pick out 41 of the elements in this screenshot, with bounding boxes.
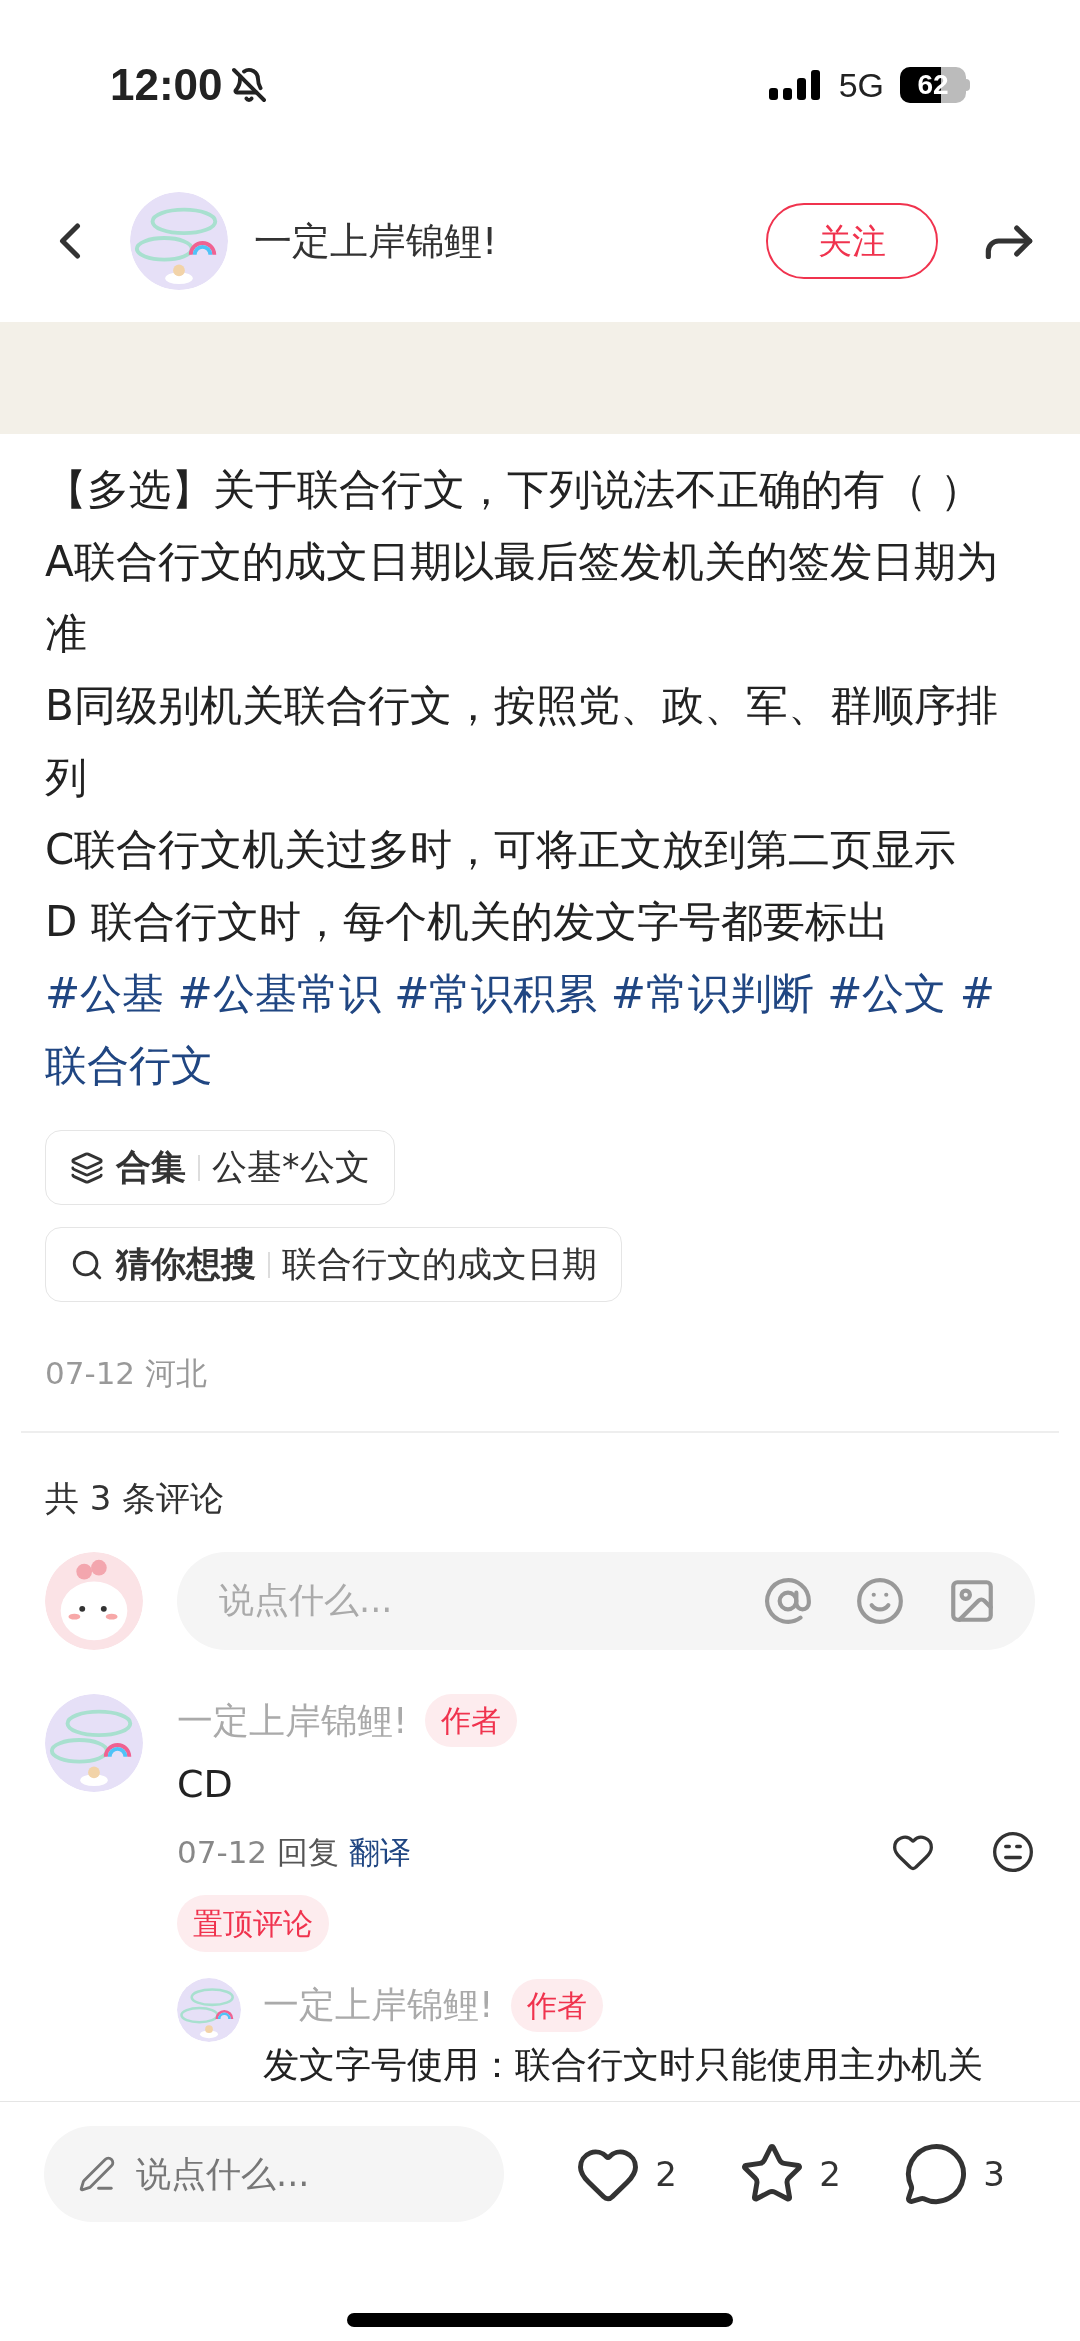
chip-value: 公基*公文 [212,1146,370,1190]
pinned-badge: 置顶评论 [177,1895,329,1952]
comment-author: 一定上岸锦鲤! [263,1983,494,2027]
comment-author: 一定上岸锦鲤! [177,1698,408,1743]
hashtag-list[interactable]: #公基 #公基常识 #常识积累 #常识判断 #公文 #联合行文 [45,958,1035,1102]
network-label: 5G [838,64,884,106]
post-text-line: D 联合行文时，每个机关的发文字号都要标出 [45,896,890,948]
comment-text: 发文字号使用：联合行文时只能使用主办机关 [263,2043,984,2087]
topic-chip[interactable]: 合集 公基*公文 [45,1130,395,1205]
post-meta: 07-12 河北 [45,1354,208,1393]
dislike-face-icon[interactable] [991,1829,1035,1874]
topic-chip[interactable]: 猜你想搜 联合行文的成文日期 [45,1227,622,1302]
post-text-line: B同级别机关联合行文，按照党、政、军、群顺序排列 [45,680,999,804]
author-badge: 作者 [511,1978,604,2032]
pen-icon [78,2155,116,2193]
chip-value: 联合行文的成文日期 [282,1243,597,1287]
star-count: 2 [819,2152,841,2196]
comment-text: CD [177,1760,234,1808]
post-text-line: C联合行文机关过多时，可将正文放到第二页显示 [45,824,958,876]
status-time: 12:00 [110,59,223,111]
bell-off-icon [230,67,267,103]
reply-link[interactable]: 回复 [277,1828,340,1875]
layers-icon [70,1150,104,1185]
comment-placeholder: 说点什么... [219,1579,394,1623]
post-text-line: A联合行文的成文日期以最后签发机关的签发日期为准 [45,536,999,660]
bottom-comment-input[interactable]: 说点什么... [44,2126,504,2222]
comment-count: 共 3 条评论 [45,1476,226,1520]
author-badge: 作者 [425,1694,518,1747]
bottom-placeholder: 说点什么... [136,2152,310,2196]
like-count: 2 [655,2152,677,2196]
comment-date: 07-12 [177,1832,268,1872]
follow-button[interactable]: 关注 [766,203,938,279]
translate-link[interactable]: 翻译 [349,1828,412,1875]
post-text-line: 【多选】关于联合行文，下列说法不正确的有（ ） [45,464,984,516]
signal-icon [768,68,823,102]
mention-icon[interactable] [763,1575,813,1626]
comment-total: 3 [983,2152,1005,2196]
chip-label: 合集 [116,1146,186,1190]
author-name: 一定上岸锦鲤! [254,217,499,265]
chip-label: 猜你想搜 [116,1243,256,1287]
emoji-icon[interactable] [855,1575,905,1626]
